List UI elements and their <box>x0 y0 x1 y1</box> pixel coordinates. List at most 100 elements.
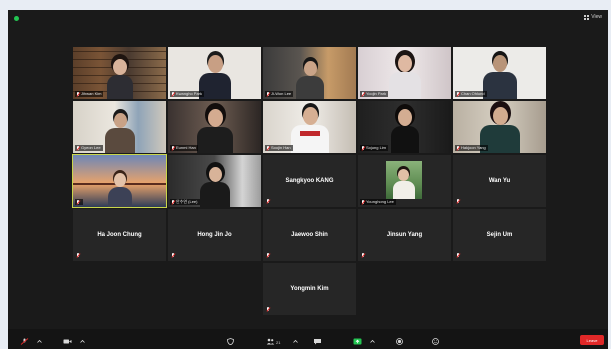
participant-video <box>195 109 235 153</box>
participant-label: Ji-Won Lee <box>265 91 294 97</box>
record-button[interactable] <box>395 338 404 346</box>
participant-label: 안수연 (Lee) <box>170 199 200 205</box>
participant-tile[interactable]: Sangkyoo KANG <box>263 155 356 207</box>
record-icon <box>396 338 403 345</box>
participant-tile[interactable]: Hong Jin Jo <box>168 209 261 261</box>
chevron-up-icon <box>37 339 42 343</box>
participant-tile[interactable]: Jaewoo Shin <box>263 209 356 261</box>
participant-tile[interactable]: Kwangho Park <box>168 47 261 99</box>
view-button[interactable]: View <box>584 14 602 20</box>
leave-button[interactable]: Leave <box>580 335 604 345</box>
chat-bubble-icon <box>314 339 321 345</box>
participants-options-chevron[interactable] <box>291 338 300 346</box>
muted-mic-icon <box>456 199 460 204</box>
meeting-toolbar: 21 Leave <box>8 329 608 349</box>
participant-tile[interactable]: Ji-Won Lee <box>263 47 356 99</box>
participant-tile[interactable]: Sojung Lim <box>358 101 451 153</box>
participant-label: Hakjoon Yang <box>455 145 488 151</box>
muted-mic-icon <box>171 145 175 151</box>
participant-name: Sejin Um <box>486 232 513 238</box>
participant-label: Younghong Lee <box>360 199 396 205</box>
participant-video <box>104 113 136 153</box>
participant-label: Jihwan Kim <box>75 91 104 97</box>
participants-icon <box>266 338 275 345</box>
participant-tile[interactable]: 안수연 (Lee) <box>168 155 261 207</box>
participant-tile[interactable]: Yongmin Kim <box>263 263 356 315</box>
participant-tile[interactable]: Chan Ohlund <box>453 47 546 99</box>
muted-mic-icon <box>76 253 80 258</box>
participant-label <box>75 199 83 205</box>
muted-mic-icon <box>456 145 460 151</box>
muted-mic-icon <box>361 145 365 151</box>
muted-mic-icon <box>76 145 80 151</box>
view-label: View <box>591 14 602 20</box>
muted-mic-icon <box>361 253 365 258</box>
muted-mic-icon <box>456 91 460 97</box>
participant-video <box>388 55 422 99</box>
participant-label: Sojung Lim <box>360 145 389 151</box>
gallery-view-icon <box>584 14 590 20</box>
participant-tile[interactable]: Hakjoon Yang <box>453 101 546 153</box>
participant-name: Yongmin Kim <box>290 286 329 292</box>
participant-tile[interactable]: Soojin Han <box>263 101 356 153</box>
participant-tile[interactable]: Eunmi Han <box>168 101 261 153</box>
muted-mic-icon <box>171 199 175 205</box>
participant-tile[interactable]: Gyeon Lee <box>73 101 166 153</box>
participant-tile[interactable]: Ha Joon Chung <box>73 209 166 261</box>
reactions-button[interactable] <box>431 338 440 346</box>
participant-video <box>386 161 422 199</box>
participant-label: Kwangho Park <box>170 91 205 97</box>
video-options-chevron[interactable] <box>78 338 87 346</box>
muted-mic-icon <box>20 338 29 345</box>
chat-button[interactable] <box>313 338 322 346</box>
muted-mic-icon <box>76 199 80 205</box>
muted-mic-icon <box>266 145 270 151</box>
participant-tile-active-speaker[interactable] <box>72 154 167 208</box>
muted-mic-icon <box>266 91 270 97</box>
title-bar: View <box>8 10 608 26</box>
participant-tile[interactable]: Sejin Um <box>453 209 546 261</box>
participant-label: Soojin Han <box>265 145 293 151</box>
share-screen-button[interactable] <box>353 338 362 346</box>
video-camera-icon <box>63 339 72 344</box>
security-button[interactable] <box>226 338 235 346</box>
muted-mic-icon <box>266 307 270 312</box>
security-status-icon[interactable] <box>14 16 19 21</box>
shield-icon <box>227 338 234 345</box>
participant-tile[interactable]: Younghong Lee <box>358 155 451 207</box>
participant-video <box>295 61 325 99</box>
participant-tile[interactable]: Wan Yu <box>453 155 546 207</box>
participant-video <box>107 173 133 207</box>
zoom-window: View Jihwan Kim Kwangho Park Ji-Won Lee … <box>8 10 608 349</box>
participant-video <box>105 59 135 99</box>
muted-mic-icon <box>266 253 270 258</box>
muted-mic-icon <box>171 91 175 97</box>
mute-button[interactable] <box>20 338 29 346</box>
participant-name: Ha Joon Chung <box>97 232 142 238</box>
audio-options-chevron[interactable] <box>35 338 44 346</box>
video-button[interactable] <box>63 338 72 346</box>
participant-label: Eunmi Han <box>170 145 198 151</box>
emoji-smile-icon <box>432 338 439 345</box>
participant-tile[interactable]: Jihwan Kim <box>73 47 166 99</box>
muted-mic-icon <box>76 91 80 97</box>
share-options-chevron[interactable] <box>368 338 377 346</box>
participant-video <box>199 167 231 207</box>
participant-label: Yoojin Park <box>360 91 389 97</box>
participant-name: Jinsun Yang <box>386 232 423 238</box>
chevron-up-icon <box>80 339 85 343</box>
participants-button[interactable]: 21 <box>266 338 280 346</box>
chevron-up-icon <box>293 339 298 343</box>
participant-video <box>290 107 330 153</box>
share-screen-icon <box>353 338 362 345</box>
participant-name: Wan Yu <box>488 178 511 184</box>
participant-name: Jaewoo Shin <box>291 232 328 238</box>
participant-tile[interactable]: Jinsun Yang <box>358 209 451 261</box>
participants-count: 21 <box>276 339 281 345</box>
muted-mic-icon <box>456 253 460 258</box>
participant-tile[interactable]: Yoojin Park <box>358 47 451 99</box>
participant-video <box>390 109 420 153</box>
participant-name: Sangkyoo KANG <box>285 178 334 184</box>
participant-video <box>482 55 518 99</box>
participant-name: Hong Jin Jo <box>197 232 232 238</box>
